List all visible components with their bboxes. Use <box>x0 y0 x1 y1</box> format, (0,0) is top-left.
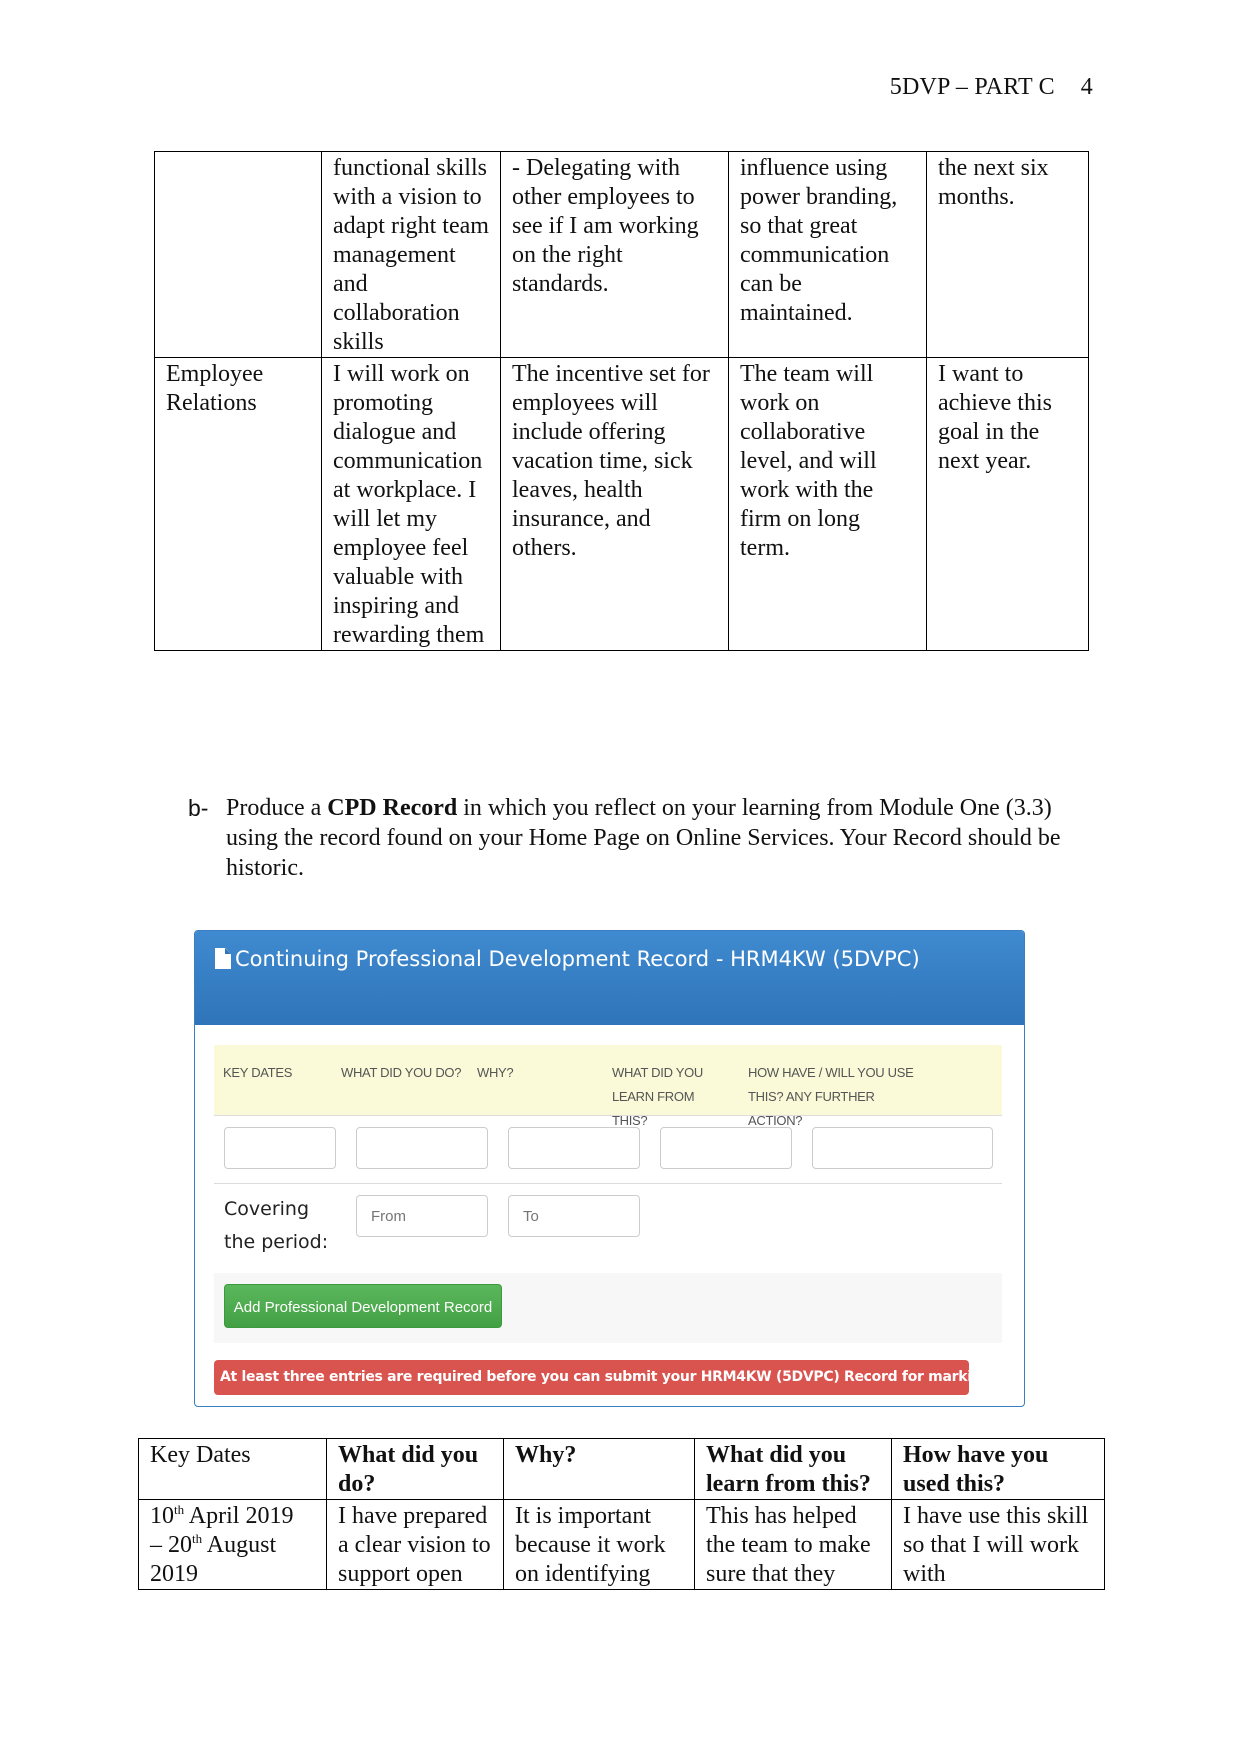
what-did-you-do-input[interactable] <box>356 1127 488 1169</box>
date-end-day: 20 <box>168 1532 192 1558</box>
table-header-cell: Why? <box>503 1438 695 1500</box>
table-row: functional skills with a vision to adapt… <box>154 151 1089 358</box>
list-label: b- <box>188 795 209 821</box>
period-from-input[interactable] <box>356 1195 488 1237</box>
date-start-day: 10 <box>150 1503 174 1529</box>
table-header-cell: What did you learn from this? <box>694 1438 892 1500</box>
date-end-suffix: th <box>192 1531 203 1546</box>
column-header-why: WHY? <box>477 1065 514 1080</box>
table-header-cell: How have you used this? <box>891 1438 1105 1500</box>
table-header-cell: What did you do? <box>326 1438 504 1500</box>
date-start-rest: April 2019 <box>184 1503 294 1529</box>
table-header-row: Key Dates What did you do? Why? What did… <box>138 1438 1105 1500</box>
button-row: Add Professional Development Record <box>214 1273 1002 1343</box>
table-row: Employee Relations I will work on promot… <box>154 357 1089 651</box>
table-cell: the next six months. <box>926 151 1089 358</box>
table-cell: - Delegating with other employees to see… <box>500 151 729 358</box>
cpd-record-panel: Continuing Professional Development Reco… <box>194 930 1025 1407</box>
date-start-suffix: th <box>174 1502 185 1517</box>
instruction-text: Produce a CPD Record in which you reflec… <box>226 793 1098 883</box>
page-header: 5DVP – PART C 4 <box>890 74 1093 101</box>
column-header-what: WHAT DID YOU DO? <box>341 1065 462 1080</box>
key-dates-input[interactable] <box>224 1127 336 1169</box>
table-cell: Employee Relations <box>154 357 322 651</box>
table-cell: It is important because it work on ident… <box>503 1499 695 1590</box>
page-number: 4 <box>1080 74 1093 100</box>
table-cell: I have prepared a clear vision to suppor… <box>326 1499 504 1590</box>
column-header-key-dates: KEY DATES <box>223 1065 293 1080</box>
entries-required-alert: At least three entries are required befo… <box>214 1360 996 1395</box>
panel-header: Continuing Professional Development Reco… <box>195 931 1024 1025</box>
table-cell: I will work on promoting dialogue and co… <box>321 357 501 651</box>
table-cell: This has helped the team to make sure th… <box>694 1499 892 1590</box>
table-header-cell: Key Dates <box>138 1438 327 1500</box>
table-cell <box>154 151 322 358</box>
table-cell: influence using power branding, so that … <box>728 151 927 358</box>
period-label: Covering the period: <box>224 1198 329 1253</box>
column-headers: KEY DATES WHAT DID YOU DO? WHY? WHAT DID… <box>214 1045 1002 1128</box>
table-cell: functional skills with a vision to adapt… <box>321 151 501 358</box>
table-cell: The team will work on collaborative leve… <box>728 357 927 651</box>
header-title: 5DVP – PART C <box>889 74 1055 100</box>
cpd-record-table: Key Dates What did you do? Why? What did… <box>138 1438 1105 1590</box>
table-row: 10th April 2019– 20th August 2019 I have… <box>138 1499 1105 1590</box>
period-to-input[interactable] <box>508 1195 640 1237</box>
what-did-you-learn-input[interactable] <box>660 1127 792 1169</box>
instruction-bold: CPD Record <box>327 795 458 821</box>
how-use-input[interactable] <box>812 1127 993 1169</box>
date-end-prefix: – <box>150 1532 168 1558</box>
key-dates-cell: 10th April 2019– 20th August 2019 <box>138 1499 327 1590</box>
entry-inputs-row <box>214 1115 1002 1184</box>
table-cell: I have use this skill so that I will wor… <box>891 1499 1105 1590</box>
why-input[interactable] <box>508 1127 640 1169</box>
table-cell: I want to achieve this goal in the next … <box>926 357 1089 651</box>
period-row: Covering the period: <box>214 1183 1002 1274</box>
table-cell: The incentive set for employees will inc… <box>500 357 729 651</box>
instruction-paragraph: b- Produce a CPD Record in which you ref… <box>188 793 1098 883</box>
instruction-text-start: Produce a <box>226 795 328 821</box>
development-plan-table: functional skills with a vision to adapt… <box>154 151 1089 651</box>
document-icon <box>215 948 231 969</box>
panel-title: Continuing Professional Development Reco… <box>235 947 920 971</box>
add-record-button[interactable]: Add Professional Development Record <box>224 1284 502 1328</box>
